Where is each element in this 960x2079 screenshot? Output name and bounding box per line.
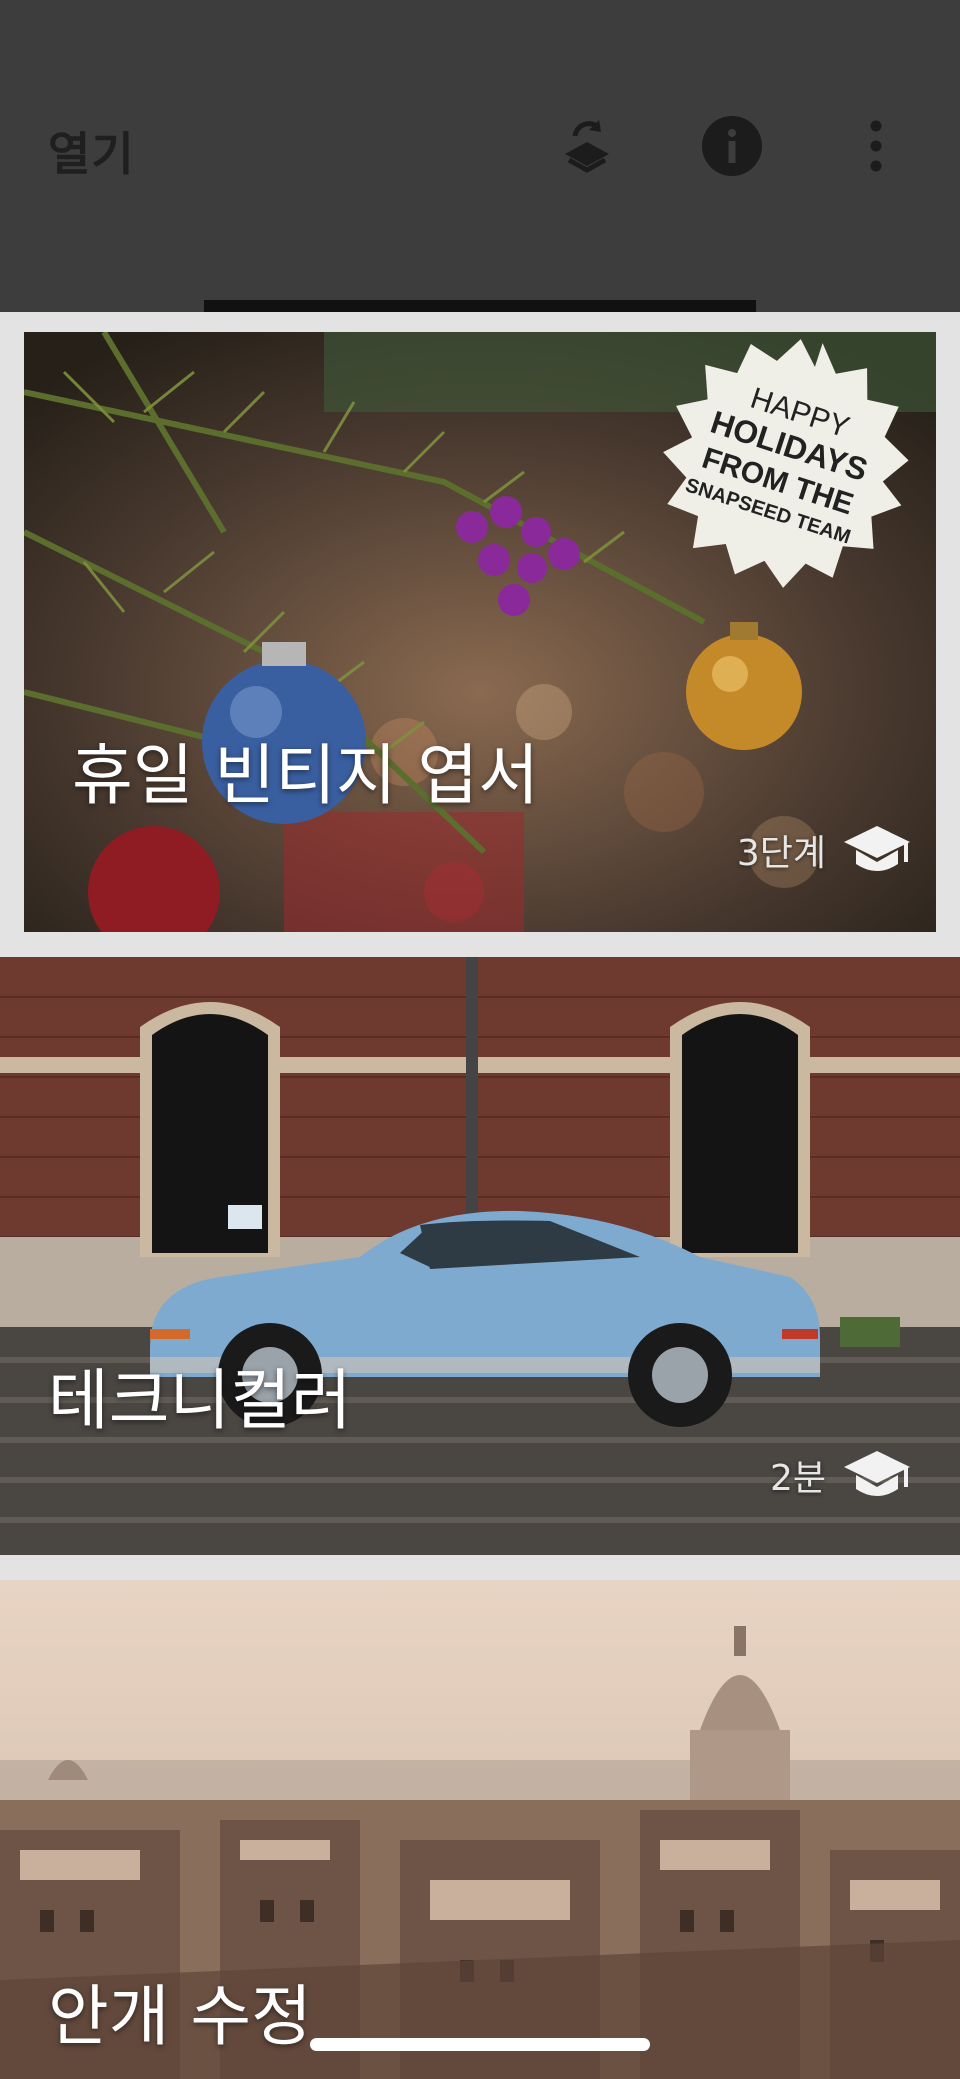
card-meta-text: 3단계	[736, 833, 826, 874]
card-meta-text: 2분	[769, 1458, 826, 1499]
card-meta: 3단계	[737, 822, 912, 878]
tab-indicator	[204, 300, 756, 312]
look-card-technicolor[interactable]: 테크니컬러 2분	[0, 957, 960, 1555]
layers-icon[interactable]	[555, 114, 619, 178]
card-title: 안개 수정	[48, 1978, 312, 2055]
more-vert-icon[interactable]	[844, 114, 908, 178]
graduation-cap-icon	[844, 826, 910, 871]
card-meta: 2분	[770, 1447, 912, 1503]
info-icon[interactable]	[700, 114, 764, 178]
graduation-cap-icon	[844, 1451, 910, 1496]
look-card-fog[interactable]: 안개 수정	[0, 1580, 960, 2079]
look-card-holiday[interactable]: HAPPY HOLIDAYS FROM THE SNAPSEED TEAM 휴일…	[24, 332, 936, 932]
home-indicator	[310, 2038, 650, 2051]
top-app-bar: 열기	[0, 0, 960, 312]
card-title: 테크니컬러	[48, 1362, 352, 1439]
card-title: 휴일 빈티지 엽서	[72, 737, 539, 814]
page-title: 열기	[48, 127, 135, 181]
